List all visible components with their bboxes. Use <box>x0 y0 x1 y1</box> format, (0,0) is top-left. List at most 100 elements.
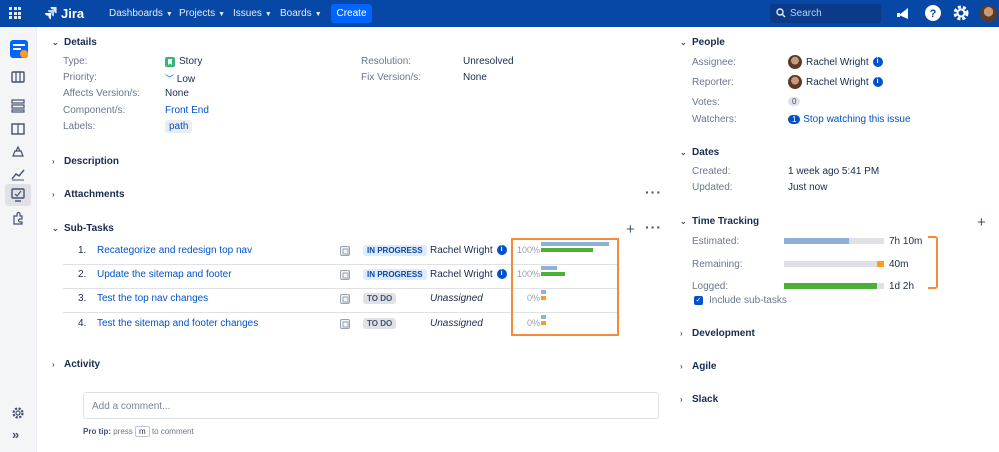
subtask-assignee[interactable]: Rachel Wright i <box>430 269 507 280</box>
subtasks-section-header[interactable]: ⌄ Sub-Tasks <box>52 223 114 234</box>
stop-watching-link[interactable]: Stop watching this issue <box>803 114 910 125</box>
jira-logo[interactable]: Jira <box>45 6 84 21</box>
status-badge[interactable]: IN PROGRESS <box>363 269 427 280</box>
time-tracking-label: Logged: <box>692 281 729 292</box>
expand-sidebar-icon[interactable]: » <box>12 427 19 442</box>
profile-avatar[interactable] <box>980 5 997 22</box>
subtask-assignee-name: Unassigned <box>430 293 483 304</box>
include-subtasks-label: Include sub-tasks <box>709 295 787 306</box>
reporter-value[interactable]: Rachel Wright i <box>806 77 883 88</box>
details-section-header[interactable]: ⌄ Details <box>52 37 97 48</box>
watchers-value: 1 Stop watching this issue <box>788 114 911 125</box>
chevron-right-icon: › <box>680 395 683 404</box>
project-avatar-icon[interactable] <box>9 39 29 59</box>
chevron-right-icon: › <box>52 360 55 369</box>
add-subtask-icon[interactable]: + <box>626 221 635 238</box>
nav-boards[interactable]: Boards ▼ <box>280 8 322 19</box>
status-badge[interactable]: TO DO <box>363 318 397 329</box>
development-heading: Development <box>692 328 755 339</box>
type-value: Story <box>165 56 202 67</box>
description-section-header[interactable]: › Description <box>52 156 119 167</box>
pro-tip-label: Pro tip: <box>83 427 111 436</box>
time-tracking-value: 1d 2h <box>889 281 915 292</box>
watchers-count: 1 <box>788 115 801 124</box>
comment-pro-tip: Pro tip: press m to comment <box>83 426 194 437</box>
assignee-value[interactable]: Rachel Wright i <box>806 57 883 68</box>
development-section-header[interactable]: › Development <box>680 328 755 339</box>
created-value: 1 week ago 5:41 PM <box>788 166 880 177</box>
info-icon[interactable]: i <box>496 245 507 256</box>
columns-icon[interactable] <box>11 122 25 136</box>
subtask-assignee[interactable]: Rachel Wright i <box>430 245 507 256</box>
help-icon[interactable]: ? <box>924 4 942 22</box>
priority-label: Priority: <box>63 72 97 83</box>
subtask-assignee-name: Rachel Wright <box>430 245 493 256</box>
components-label: Component/s: <box>63 105 126 116</box>
component-link[interactable]: Front End <box>165 105 209 116</box>
settings-gear-icon[interactable] <box>952 4 970 22</box>
slack-section-header[interactable]: › Slack <box>680 394 718 405</box>
checkbox-checked-icon[interactable]: ✓ <box>694 296 703 305</box>
notifications-icon[interactable] <box>895 4 913 22</box>
subtask-type-icon <box>340 319 350 329</box>
pro-tip-suffix: to comment <box>151 427 194 436</box>
project-settings-icon[interactable] <box>11 406 25 420</box>
remaining-fill <box>877 261 884 267</box>
project-sidebar: » <box>0 27 37 452</box>
board-icon[interactable] <box>11 70 25 84</box>
nav-projects[interactable]: Projects ▼ <box>179 8 225 19</box>
create-button[interactable]: Create <box>331 4 372 23</box>
subtask-assignee[interactable]: Unassigned <box>430 318 483 329</box>
add-ons-icon[interactable] <box>11 211 25 225</box>
subtasks-more-icon[interactable]: ··· <box>645 219 662 235</box>
votes-count[interactable]: 0 <box>788 97 801 106</box>
subtask-title-link[interactable]: Update the sitemap and footer <box>97 269 232 280</box>
status-badge[interactable]: IN PROGRESS <box>363 245 427 256</box>
info-icon[interactable]: i <box>496 269 507 280</box>
remaining-track <box>784 261 884 267</box>
details-heading: Details <box>64 37 97 48</box>
reports-icon[interactable] <box>11 167 25 181</box>
assignee-label: Assignee: <box>692 57 736 68</box>
subtask-title-link[interactable]: Test the top nav changes <box>97 293 208 304</box>
affects-version-value: None <box>165 88 189 99</box>
subtask-title-link[interactable]: Recategorize and redesign top nav <box>97 245 252 256</box>
nav-issues-label: Issues <box>233 8 262 19</box>
status-badge[interactable]: TO DO <box>363 293 397 304</box>
description-heading: Description <box>64 156 120 167</box>
time-tracking-section-header[interactable]: ⌄ Time Tracking <box>680 216 759 227</box>
info-icon[interactable]: i <box>872 77 883 88</box>
backlog-icon[interactable] <box>11 99 25 113</box>
subtask-assignee[interactable]: Unassigned <box>430 293 483 304</box>
chevron-right-icon: › <box>52 157 55 166</box>
priority-value-text: Low <box>176 74 196 85</box>
releases-icon[interactable] <box>11 145 25 159</box>
nav-dashboards[interactable]: Dashboards ▼ <box>109 8 173 19</box>
people-section-header[interactable]: ⌄ People <box>680 37 725 48</box>
issues-icon[interactable] <box>11 188 25 202</box>
activity-section-header[interactable]: › Activity <box>52 359 100 370</box>
resolution-value: Unresolved <box>463 56 514 67</box>
story-icon <box>165 56 175 67</box>
subtask-type-icon <box>340 246 350 256</box>
dates-section-header[interactable]: ⌄ Dates <box>680 147 719 158</box>
log-work-add-icon[interactable]: + <box>977 214 986 231</box>
comment-input[interactable]: Add a comment... <box>83 392 659 419</box>
search-input[interactable]: Search <box>770 4 881 23</box>
agile-section-header[interactable]: › Agile <box>680 361 716 372</box>
time-tracking-highlight-bracket <box>928 236 938 289</box>
attachments-more-icon[interactable]: ··· <box>645 184 662 200</box>
estimated-fill <box>784 238 849 244</box>
subtask-type-icon <box>340 270 350 280</box>
chevron-down-icon: ⌄ <box>52 38 59 47</box>
chevron-down-icon: ▼ <box>165 11 173 18</box>
info-icon[interactable]: i <box>872 57 883 68</box>
subtask-assignee-name: Rachel Wright <box>430 269 493 280</box>
nav-dashboards-label: Dashboards <box>109 8 163 19</box>
include-subtasks-option[interactable]: ✓ Include sub-tasks <box>694 295 787 306</box>
subtask-title-link[interactable]: Test the sitemap and footer changes <box>97 318 258 329</box>
app-switcher-icon[interactable] <box>9 7 21 19</box>
attachments-section-header[interactable]: › Attachments <box>52 189 125 200</box>
label-tag[interactable]: path <box>165 120 193 133</box>
nav-issues[interactable]: Issues ▼ <box>233 8 272 19</box>
